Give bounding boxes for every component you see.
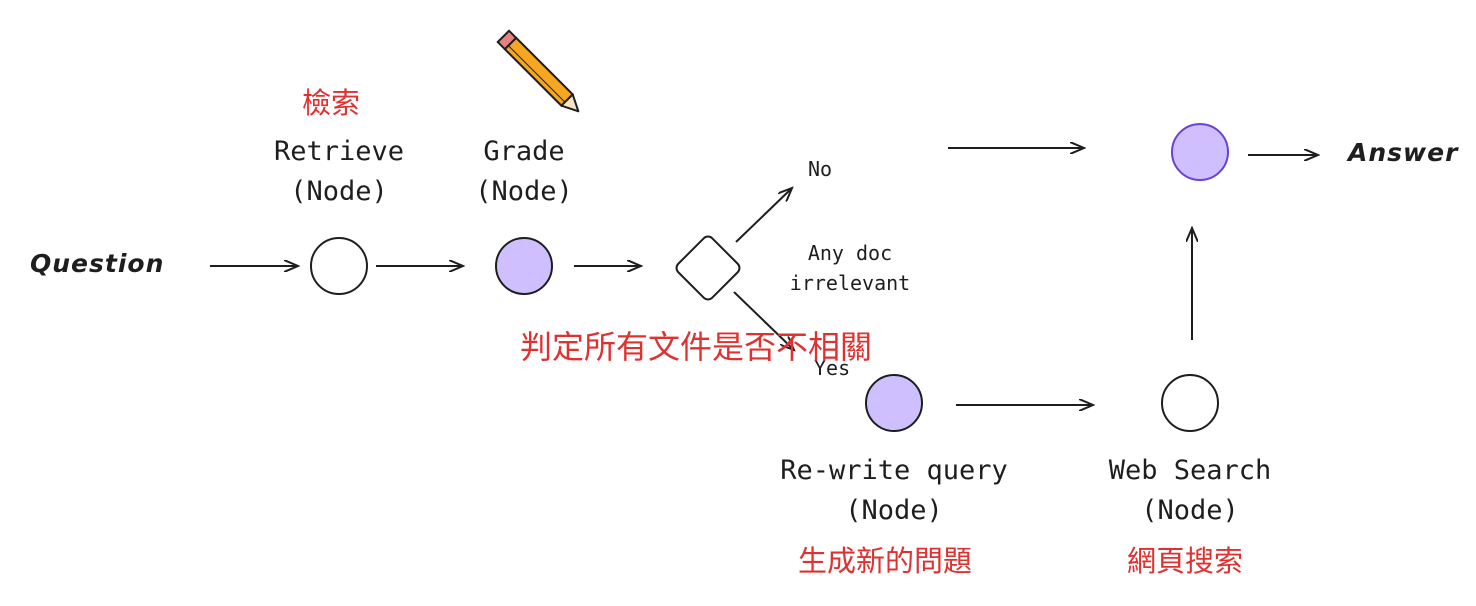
decision-line-2: irrelevant bbox=[789, 271, 911, 295]
retrieve-label: Retrieve (Node) bbox=[259, 132, 419, 212]
websearch-annotation: 網頁搜索 bbox=[1127, 544, 1244, 578]
rewrite-annotation: 生成新的問題 bbox=[798, 544, 973, 578]
grade-label: Grade (Node) bbox=[454, 132, 594, 212]
retrieve-title: Retrieve bbox=[273, 136, 405, 167]
websearch-type: (Node) bbox=[1141, 495, 1239, 526]
retrieve-annotation: 檢索 bbox=[302, 86, 361, 120]
arrow-decision-no bbox=[735, 188, 792, 243]
rewrite-type: (Node) bbox=[845, 495, 943, 526]
pencil-icon bbox=[496, 29, 580, 113]
branch-no-label: No bbox=[808, 157, 833, 181]
decision-label: Any doc irrelevant bbox=[775, 238, 925, 298]
rewrite-label: Re-write query (Node) bbox=[749, 451, 1039, 531]
answer-label: Answer bbox=[1348, 138, 1459, 167]
grade-type: (Node) bbox=[475, 176, 573, 207]
retrieve-type: (Node) bbox=[290, 176, 388, 207]
websearch-label: Web Search (Node) bbox=[1085, 451, 1295, 531]
rewrite-node bbox=[865, 374, 923, 432]
websearch-title: Web Search bbox=[1108, 455, 1272, 486]
generate-node bbox=[1171, 123, 1229, 181]
grade-title: Grade bbox=[483, 136, 565, 167]
decision-diamond bbox=[675, 235, 741, 301]
rewrite-title: Re-write query bbox=[780, 455, 1008, 486]
question-label: Question bbox=[30, 249, 165, 278]
websearch-node bbox=[1161, 374, 1219, 432]
decision-annotation: 判定所有文件是否不相關 bbox=[520, 328, 873, 366]
grade-node bbox=[495, 237, 553, 295]
retrieve-node bbox=[310, 237, 368, 295]
decision-line-1: Any doc bbox=[807, 241, 893, 265]
